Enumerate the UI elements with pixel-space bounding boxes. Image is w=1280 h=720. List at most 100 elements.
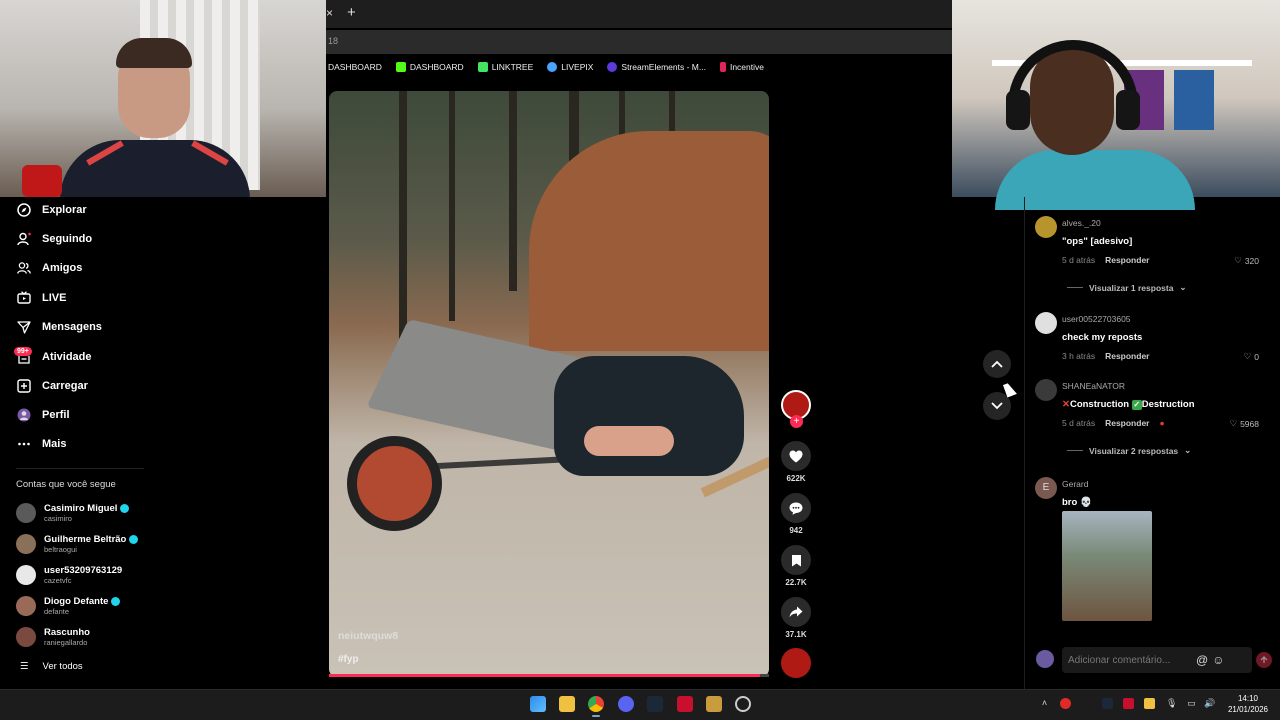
bookmark-livepix[interactable]: LIVEPIX bbox=[547, 62, 593, 72]
comment-username[interactable]: Gerard bbox=[1062, 479, 1088, 489]
previous-video-button[interactable] bbox=[983, 350, 1011, 378]
volume-icon[interactable]: 🔊 bbox=[1204, 698, 1215, 709]
comment-action[interactable]: 942 bbox=[779, 493, 813, 535]
tray-app-icon[interactable] bbox=[1081, 698, 1092, 709]
see-all-following[interactable]: ☰ Ver todos bbox=[20, 661, 83, 672]
comment-field[interactable]: @ ☺ bbox=[1062, 647, 1252, 673]
comment-username[interactable]: SHANEaNATOR bbox=[1062, 381, 1125, 391]
view-replies-button[interactable]: Visualizar 1 resposta ⌄ bbox=[1067, 282, 1187, 293]
bookmark-dashboard-1[interactable]: DASHBOARD bbox=[328, 62, 382, 72]
bookmark-dashboard-2[interactable]: DASHBOARD bbox=[395, 62, 464, 72]
compass-icon bbox=[16, 202, 32, 218]
lamp bbox=[22, 165, 62, 197]
avatar bbox=[16, 503, 36, 523]
chevron-up-icon bbox=[991, 360, 1003, 368]
view-replies-button[interactable]: Visualizar 2 respostas ⌄ bbox=[1067, 445, 1191, 456]
comment-like-button[interactable]: ♡ 320 bbox=[1234, 255, 1259, 266]
list-icon: ☰ bbox=[20, 661, 29, 672]
video-progress-bar[interactable] bbox=[329, 674, 769, 677]
nav-carregar[interactable]: Carregar bbox=[16, 375, 88, 397]
mention-icon[interactable]: @ bbox=[1196, 653, 1208, 667]
system-clock[interactable]: 14:10 21/01/2026 bbox=[1226, 693, 1270, 715]
poster bbox=[1174, 70, 1214, 130]
reply-button[interactable]: Responder bbox=[1105, 351, 1149, 361]
nav-mais[interactable]: Mais bbox=[16, 433, 66, 455]
following-account-casimiro[interactable]: Casimiro Miguel casimiro bbox=[16, 503, 130, 523]
tree bbox=[399, 91, 407, 351]
comment-input[interactable] bbox=[1068, 654, 1192, 666]
comment-count: 942 bbox=[789, 526, 803, 535]
heart-icon[interactable] bbox=[781, 441, 811, 471]
music-disc[interactable] bbox=[781, 648, 811, 678]
following-account-defante[interactable]: Diogo Defante defante bbox=[16, 596, 121, 616]
comment-username[interactable]: alves._.20 bbox=[1062, 218, 1101, 228]
steam-tray-icon[interactable] bbox=[1102, 698, 1113, 709]
streamer-hair bbox=[116, 38, 192, 68]
streamelements-icon bbox=[607, 62, 618, 72]
file-explorer-icon[interactable] bbox=[559, 696, 575, 712]
headset-earcup bbox=[1006, 90, 1030, 130]
bookmark-icon[interactable] bbox=[781, 545, 811, 575]
video-hashtag[interactable]: #fyp bbox=[338, 654, 359, 665]
reply-button[interactable]: Responder bbox=[1105, 418, 1149, 428]
reply-button[interactable]: Responder bbox=[1105, 255, 1149, 265]
nav-perfil[interactable]: Perfil bbox=[16, 404, 70, 426]
nav-mensagens[interactable]: Mensagens bbox=[16, 316, 102, 338]
share-action[interactable]: 37.1K bbox=[779, 597, 813, 639]
following-account-beltrao[interactable]: Guilherme Beltrão beltraogui bbox=[16, 534, 139, 554]
verified-icon bbox=[120, 504, 130, 513]
nav-explorar[interactable]: Explorar bbox=[16, 199, 87, 221]
steam-icon[interactable] bbox=[647, 696, 663, 712]
close-tab-icon[interactable]: × bbox=[326, 6, 336, 20]
comment-icon[interactable] bbox=[781, 493, 811, 523]
nav-live[interactable]: LIVE bbox=[16, 287, 66, 309]
incentive-icon bbox=[719, 62, 726, 72]
verified-icon bbox=[111, 597, 121, 606]
bookmark-incentive[interactable]: Incentive bbox=[719, 62, 764, 72]
address-bar[interactable] bbox=[326, 30, 952, 54]
new-tab-icon[interactable]: + bbox=[347, 4, 356, 21]
following-account-rascunho[interactable]: Rascunho raniegallardo bbox=[16, 627, 90, 647]
following-account-cazetvfc[interactable]: user53209763129 cazetvfc bbox=[16, 565, 122, 585]
video-player[interactable] bbox=[329, 91, 769, 677]
windows-start-icon[interactable] bbox=[530, 696, 546, 712]
microphone-icon[interactable]: 🎙 bbox=[1166, 698, 1177, 709]
bookmarks-bar: DASHBOARD DASHBOARD LINKTREE LIVEPIX Str… bbox=[326, 56, 952, 78]
app-icon[interactable] bbox=[735, 696, 751, 712]
chevron-down-icon: ⌄ bbox=[1184, 445, 1192, 455]
video-author[interactable]: neiutwquw8 bbox=[338, 630, 398, 642]
wheelbarrow-wheel bbox=[347, 436, 442, 531]
chrome-icon[interactable] bbox=[588, 696, 604, 712]
comment-like-button[interactable]: ♡ 0 bbox=[1244, 351, 1259, 362]
send-comment-button[interactable] bbox=[1256, 652, 1272, 668]
network-icon[interactable]: ▭ bbox=[1186, 698, 1197, 709]
emoji-icon[interactable]: ☺ bbox=[1212, 653, 1224, 667]
save-action[interactable]: 22.7K bbox=[779, 545, 813, 587]
bookmark-linktree[interactable]: LINKTREE bbox=[477, 62, 533, 72]
like-action[interactable]: 622K bbox=[779, 441, 813, 483]
tray-app-icon[interactable] bbox=[1060, 698, 1071, 709]
heart-outline-icon: ♡ bbox=[1243, 351, 1252, 361]
following-section-title: Contas que você segue bbox=[16, 479, 116, 490]
avatar[interactable] bbox=[1035, 216, 1057, 238]
comment-like-button[interactable]: ♡ 5968 bbox=[1229, 418, 1259, 429]
comment-image[interactable] bbox=[1062, 511, 1152, 621]
avatar[interactable] bbox=[1035, 379, 1057, 401]
comment-text: check my reposts bbox=[1062, 332, 1143, 343]
avatar[interactable] bbox=[1035, 312, 1057, 334]
nav-seguindo[interactable]: Seguindo bbox=[16, 228, 92, 250]
share-icon[interactable] bbox=[781, 597, 811, 627]
discord-icon[interactable] bbox=[618, 696, 634, 712]
tray-app-icon[interactable] bbox=[1123, 698, 1134, 709]
bookmark-streamelements[interactable]: StreamElements - M... bbox=[607, 62, 706, 72]
chevron-up-icon[interactable]: ˄ bbox=[1039, 698, 1050, 709]
divider bbox=[1067, 287, 1083, 288]
avatar bbox=[16, 627, 36, 647]
red-app-icon[interactable] bbox=[677, 696, 693, 712]
follow-plus-button[interactable]: + bbox=[790, 415, 803, 428]
tray-app-icon[interactable] bbox=[1144, 698, 1155, 709]
nav-amigos[interactable]: Amigos bbox=[16, 257, 82, 279]
avatar[interactable]: E bbox=[1035, 477, 1057, 499]
comment-username[interactable]: user00522703605 bbox=[1062, 314, 1131, 324]
league-icon[interactable] bbox=[706, 696, 722, 712]
